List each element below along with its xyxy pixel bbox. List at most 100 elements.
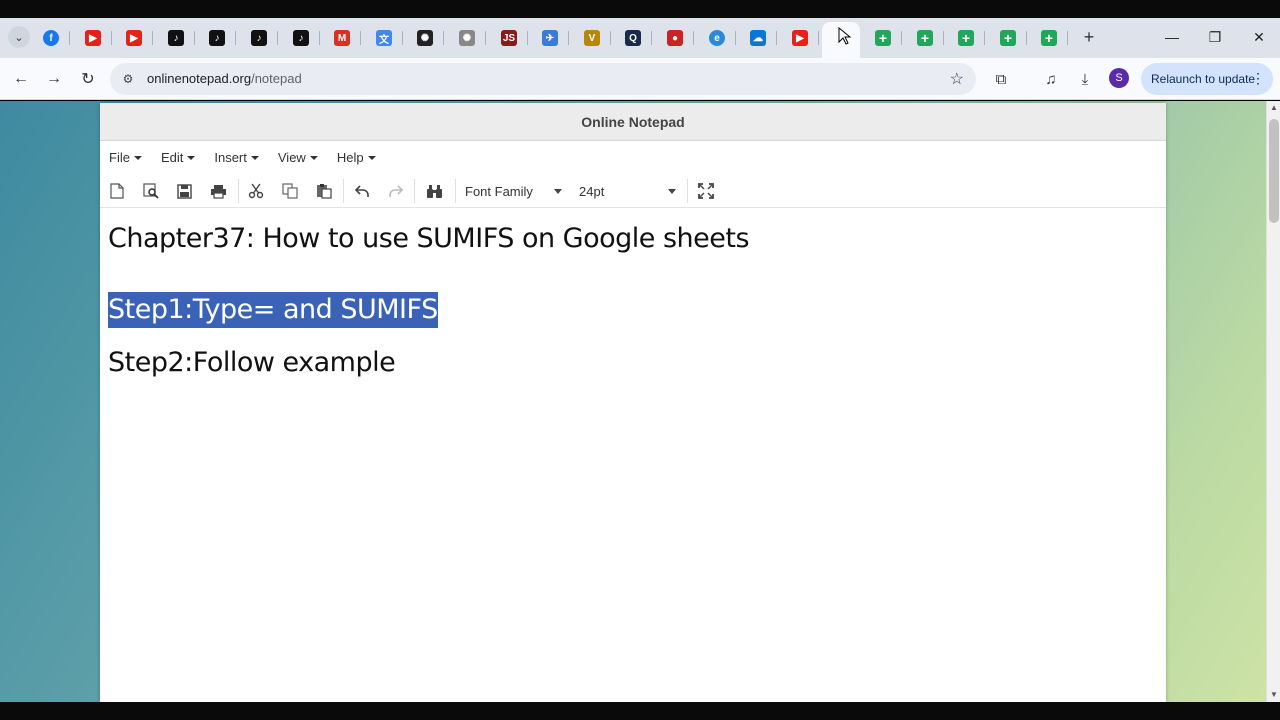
undo-icon[interactable] [351, 180, 373, 202]
tab-divider [651, 31, 652, 45]
copy-icon[interactable] [279, 180, 301, 202]
cut-icon[interactable] [245, 180, 267, 202]
browser-tab[interactable]: + [906, 22, 944, 54]
tiktok-icon: ♪ [168, 30, 184, 46]
tab-divider [69, 31, 70, 45]
tab-divider [319, 31, 320, 45]
menu-file[interactable]: File [109, 150, 142, 165]
browser-tab[interactable]: e [698, 22, 736, 54]
openai-icon: ✺ [459, 30, 475, 46]
tab-divider [735, 31, 736, 45]
restore-button[interactable]: ❐ [1203, 27, 1227, 47]
browser-tab[interactable]: ▶ [74, 22, 112, 54]
editor-toolbar: Font Family 24pt [100, 174, 1166, 208]
browser-tab[interactable]: V [573, 22, 611, 54]
download-icon[interactable]: ⤓ [1073, 67, 1097, 91]
tab-divider [111, 31, 112, 45]
browser-tab[interactable]: JS [490, 22, 528, 54]
redo-icon[interactable] [385, 180, 407, 202]
new-document-icon[interactable] [106, 180, 128, 202]
address-bar[interactable]: ⚙ onlinenotepad.org/notepad ☆ [110, 63, 976, 95]
tab-divider [443, 31, 444, 45]
letterbox-top [0, 0, 1280, 18]
flag-icon: ● [667, 30, 683, 46]
save-icon[interactable] [173, 180, 195, 202]
browser-tab[interactable]: ♪ [240, 22, 278, 54]
tiktok-icon: ♪ [293, 30, 309, 46]
browser-tab[interactable]: ♪ [157, 22, 195, 54]
scrollbar-thumb[interactable] [1269, 119, 1279, 223]
tab-strip: ⌄ f ▶ ▶ ♪ ♪ ♪ ♪ M 文 ✺ ✺ JS ✈ V Q ● e ☁ ▶ + + + + + + — ❐ ✕ [0, 18, 1280, 58]
browser-tab[interactable]: ♪ [282, 22, 320, 54]
tab-divider [943, 31, 944, 45]
url-text: onlinenotepad.org/notepad [147, 71, 302, 86]
forward-button[interactable]: → [42, 67, 66, 91]
browser-tab[interactable]: ✺ [448, 22, 486, 54]
relaunch-button[interactable]: Relaunch to update ⋮ [1141, 63, 1273, 95]
sheets-icon: + [875, 30, 891, 46]
sheets-icon: + [1000, 30, 1016, 46]
selected-text: Step1:Type= and SUMIFS [108, 292, 438, 328]
menu-help[interactable]: Help [337, 150, 376, 165]
browser-tab[interactable]: ♪ [198, 22, 236, 54]
browser-tab[interactable]: ✺ [406, 22, 444, 54]
back-button[interactable]: ← [9, 67, 33, 91]
browser-tab[interactable]: + [989, 22, 1027, 54]
notepad-app: Online Notepad File Edit Insert View Hel… [100, 103, 1166, 702]
youtube-icon: ▶ [85, 30, 101, 46]
browser-tab[interactable]: f [32, 22, 70, 54]
browser-tab[interactable]: + [947, 22, 985, 54]
extensions-icon[interactable]: ⧉ [989, 67, 1013, 91]
menu-view[interactable]: View [278, 150, 318, 165]
tab-search-button[interactable]: ⌄ [8, 26, 30, 48]
africa-icon: ✈ [542, 30, 558, 46]
menu-edit[interactable]: Edit [161, 150, 196, 165]
tab-divider [1026, 31, 1027, 45]
close-window-button[interactable]: ✕ [1247, 27, 1271, 47]
site-settings-icon[interactable]: ⚙ [120, 71, 136, 87]
scroll-up-arrow-icon[interactable]: ▲ [1269, 103, 1279, 113]
find-binoculars-icon[interactable] [423, 180, 445, 202]
q-icon: Q [625, 30, 641, 46]
font-size-dropdown[interactable]: 24pt [579, 180, 676, 202]
tab-divider [901, 31, 902, 45]
tab-divider [1067, 31, 1068, 45]
more-menu-icon[interactable]: ⋮ [1251, 70, 1265, 87]
preview-icon[interactable] [140, 180, 162, 202]
browser-tab[interactable]: 文 [365, 22, 403, 54]
tab-divider [402, 31, 403, 45]
tab-divider [610, 31, 611, 45]
browser-tab[interactable]: ☁ [739, 22, 777, 54]
browser-tab[interactable]: ✈ [531, 22, 569, 54]
browser-tab[interactable]: M [323, 22, 361, 54]
browser-tab[interactable]: ▶ [115, 22, 153, 54]
browser-tab[interactable]: ▶ [781, 22, 819, 54]
new-tab-button[interactable]: + [1078, 26, 1100, 48]
sheets-icon: + [917, 30, 933, 46]
scroll-down-arrow-icon[interactable]: ▼ [1269, 690, 1279, 700]
youtube-icon: ▶ [792, 30, 808, 46]
screen: ⌄ f ▶ ▶ ♪ ♪ ♪ ♪ M 文 ✺ ✺ JS ✈ V Q ● e ☁ ▶ + + + + + + — ❐ ✕ ← → … [0, 0, 1280, 720]
paste-icon[interactable] [313, 180, 335, 202]
media-controls-icon[interactable]: ♫ [1039, 67, 1063, 91]
arrow-right-icon: → [46, 70, 62, 87]
page-scrollbar[interactable]: ▲ ▼ [1266, 101, 1280, 702]
minimize-button[interactable]: — [1160, 27, 1184, 47]
tab-divider [984, 31, 985, 45]
browser-toolbar: ← → ↻ ⚙ onlinenotepad.org/notepad ☆ ⧉ ♫ … [0, 58, 1280, 100]
tab-divider [194, 31, 195, 45]
fullscreen-icon[interactable] [695, 180, 717, 202]
font-family-dropdown[interactable]: Font Family [465, 180, 562, 202]
text-line-heading: Chapter37: How to use SUMIFS on Google s… [108, 223, 750, 254]
tab-divider [527, 31, 528, 45]
browser-tab[interactable]: Q [614, 22, 652, 54]
menu-insert[interactable]: Insert [214, 150, 259, 165]
browser-tab[interactable]: ● [656, 22, 694, 54]
sheets-icon: + [958, 30, 974, 46]
bookmark-star-icon[interactable]: ☆ [950, 69, 964, 89]
profile-avatar[interactable]: S [1109, 68, 1129, 88]
reload-button[interactable]: ↻ [76, 67, 100, 91]
browser-tab[interactable]: + [864, 22, 902, 54]
print-icon[interactable] [207, 180, 229, 202]
browser-tab[interactable]: + [1030, 22, 1068, 54]
